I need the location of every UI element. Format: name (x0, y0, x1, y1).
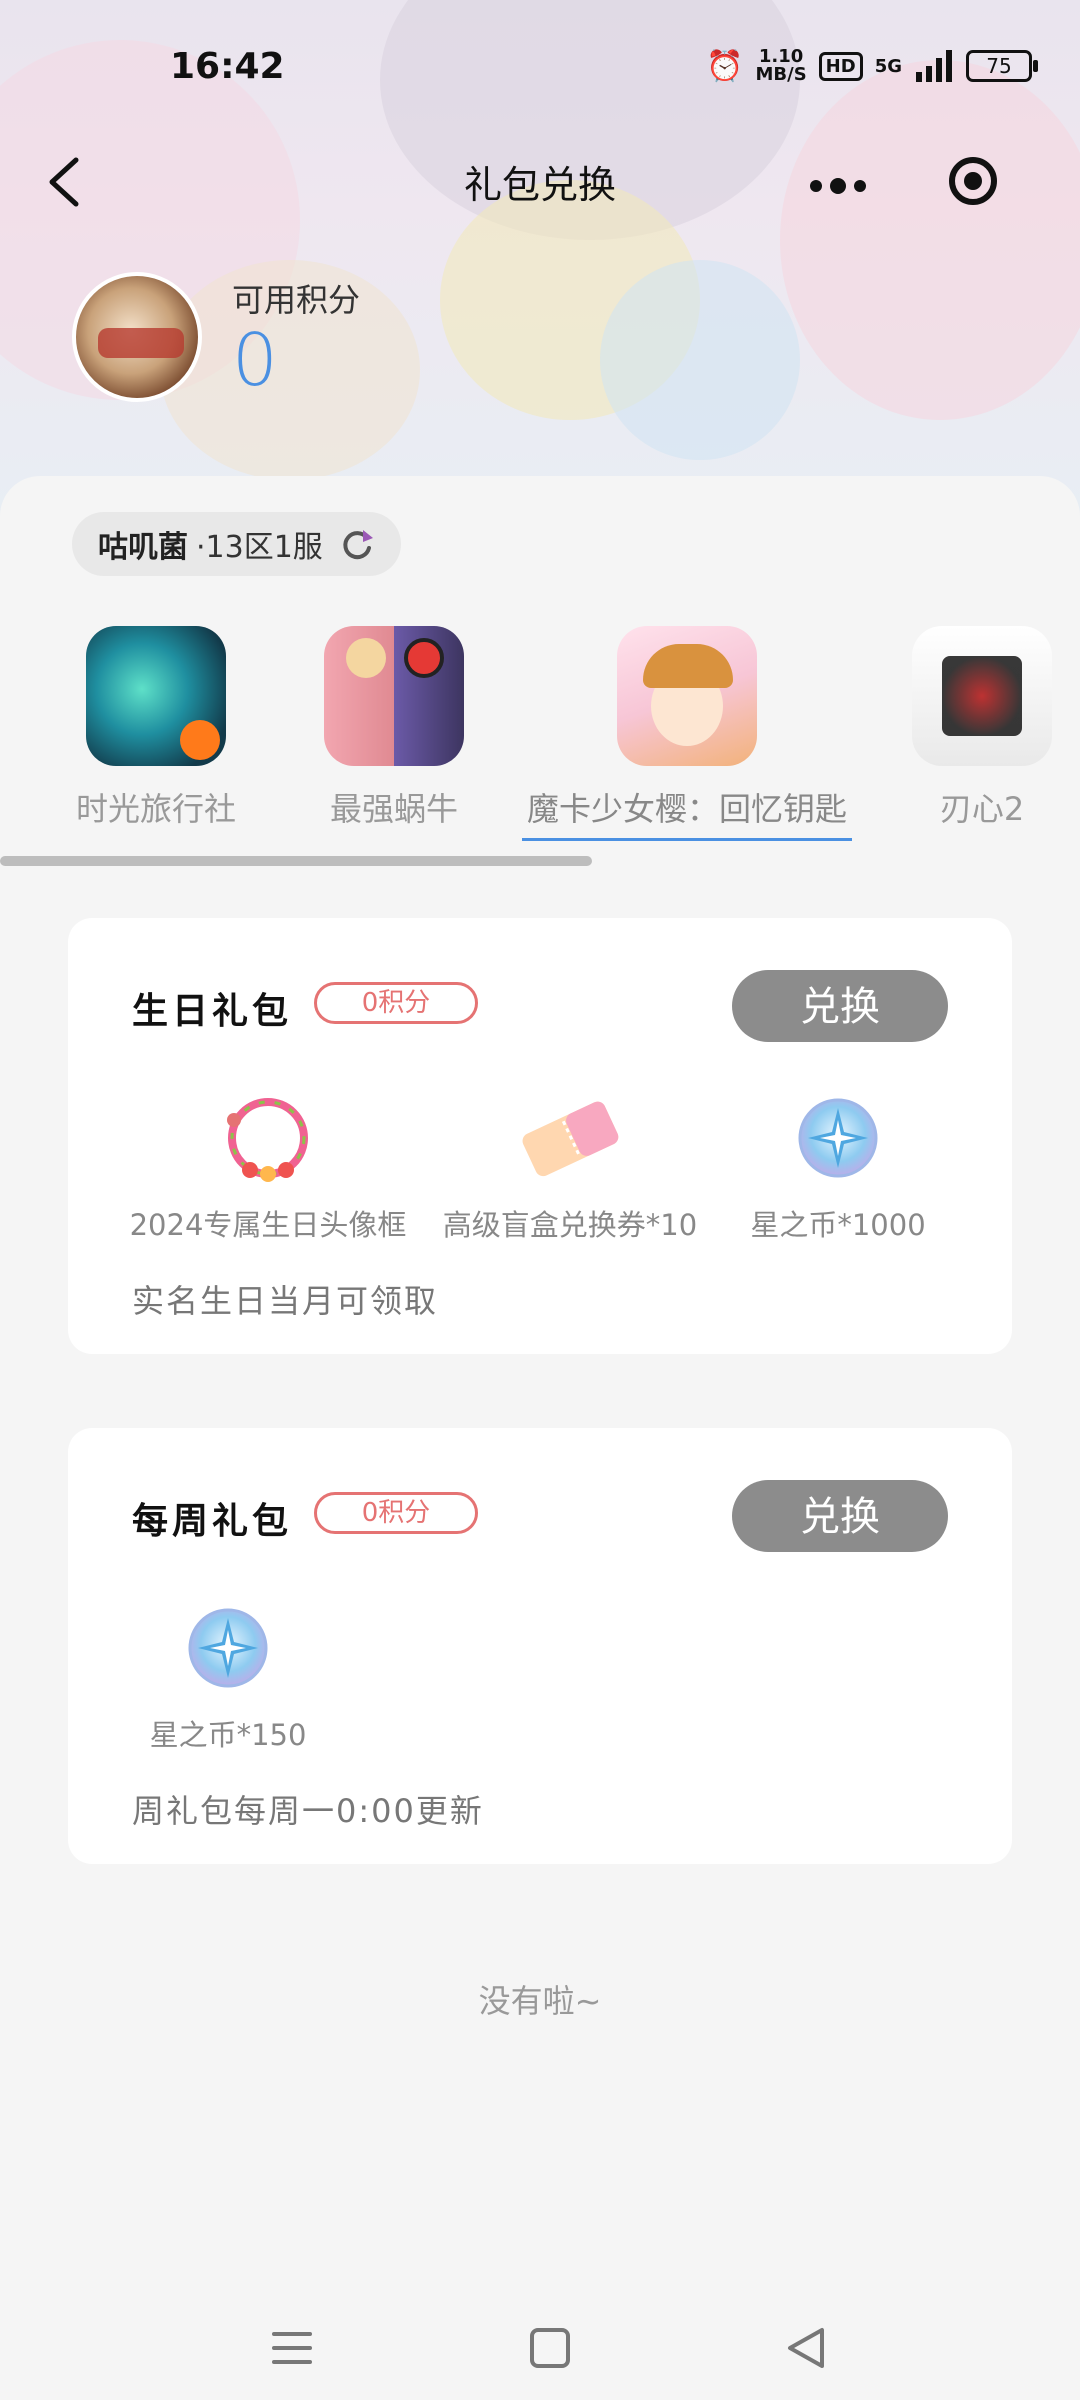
server-zone: ·13区1服 (196, 530, 323, 565)
active-tab-underline (522, 838, 852, 841)
menu-button[interactable] (262, 2318, 322, 2378)
item-label: 高级盲盒兑换券*10 (442, 1208, 698, 1242)
tabs-scrollbar[interactable] (0, 856, 1080, 866)
game-tab-shiguang[interactable]: 时光旅行社 (46, 626, 266, 830)
gift-card-weekly: 每周礼包 0积分 兑换 星之币*150 周礼包每周一0:00更新 (68, 1428, 1012, 1864)
close-miniprogram-button[interactable] (905, 157, 1040, 205)
game-icon-cardcaptor (617, 626, 757, 766)
more-dots-icon (809, 178, 866, 194)
game-name: 最强蜗牛 (329, 790, 458, 828)
points-label: 可用积分 (232, 281, 361, 319)
star-coin-icon (180, 1600, 276, 1696)
gift-item: 星之币*150 (128, 1600, 328, 1754)
game-tabs: 时光旅行社 最强蜗牛 魔卡少女樱：回忆钥匙 刃心2 (0, 626, 1080, 841)
game-tab-cardcaptor[interactable]: 魔卡少女樱：回忆钥匙 (522, 626, 852, 841)
speed-unit: MB/S (755, 64, 807, 85)
game-icon-renxin (912, 626, 1052, 766)
game-icon-shiguang (86, 626, 226, 766)
wreath-frame-icon (220, 1090, 316, 1186)
home-square-icon (530, 2328, 570, 2368)
server-selector[interactable]: 咕叽菌 ·13区1服 (72, 512, 401, 576)
game-name: 魔卡少女樱：回忆钥匙 (526, 790, 847, 828)
nav-bar: 礼包兑换 (0, 140, 1080, 224)
card-note: 周礼包每周一0:00更新 (132, 1792, 484, 1830)
more-button[interactable] (770, 158, 905, 204)
game-tab-snail[interactable]: 最强蜗牛 (284, 626, 504, 830)
item-label: 星之币*1000 (750, 1208, 926, 1242)
network-speed: 1.10 MB/S (756, 48, 807, 84)
content-sheet: 咕叽菌 ·13区1服 时光旅行社 最强蜗牛 魔卡少女樱：回忆钥匙 刃心2 生日礼… (0, 476, 1080, 2400)
card-title: 生日礼包 (132, 991, 293, 1032)
status-bar: 16:42 ⏰ 1.10 MB/S HD 5G 75 (0, 0, 1080, 140)
item-label: 星之币*150 (149, 1718, 307, 1752)
battery-icon: 75 (966, 50, 1038, 82)
gift-item: 星之币*1000 (728, 1090, 948, 1244)
redeem-button[interactable]: 兑换 (732, 970, 948, 1042)
miniprogram-capsule (770, 146, 1040, 216)
cost-badge: 0积分 (314, 1492, 478, 1534)
item-label: 2024专属生日头像框 (129, 1208, 407, 1242)
status-time: 16:42 (170, 46, 285, 87)
target-icon (948, 157, 997, 205)
back-triangle-icon (788, 2328, 824, 2368)
network-type: 5G (874, 55, 902, 77)
game-name: 刃心2 (939, 790, 1025, 828)
menu-icon (272, 2332, 312, 2364)
points-summary: 可用积分 0 (72, 272, 360, 402)
game-tab-renxin[interactable]: 刃心2 (882, 626, 1080, 830)
points-value: 0 (232, 318, 278, 402)
card-note: 实名生日当月可领取 (132, 1282, 439, 1320)
card-title: 每周礼包 (132, 1501, 293, 1542)
star-coin-icon (790, 1090, 886, 1186)
game-icon-snail (324, 626, 464, 766)
hd-badge: HD (818, 51, 863, 81)
refresh-icon (343, 530, 373, 560)
signal-icon (916, 50, 952, 82)
coupon-ticket-icon (522, 1090, 619, 1186)
scrollbar-thumb[interactable] (0, 856, 592, 866)
avatar (72, 272, 202, 402)
system-nav-bar (0, 2290, 1080, 2400)
server-name: 咕叽菌 (98, 530, 188, 565)
gift-card-birthday: 生日礼包 0积分 兑换 2024专属生日头像框 高级盲盒兑换券*10 星之币*1… (68, 918, 1012, 1354)
system-back-button[interactable] (776, 2318, 836, 2378)
end-of-list-text: 没有啦~ (478, 1982, 602, 2020)
cost-badge: 0积分 (314, 982, 478, 1024)
gift-item: 高级盲盒兑换券*10 (430, 1090, 710, 1244)
alarm-icon: ⏰ (706, 48, 744, 84)
redeem-button[interactable]: 兑换 (732, 1480, 948, 1552)
gift-item: 2024专属生日头像框 (128, 1090, 408, 1244)
home-button[interactable] (520, 2318, 580, 2378)
game-name: 时光旅行社 (75, 790, 236, 828)
